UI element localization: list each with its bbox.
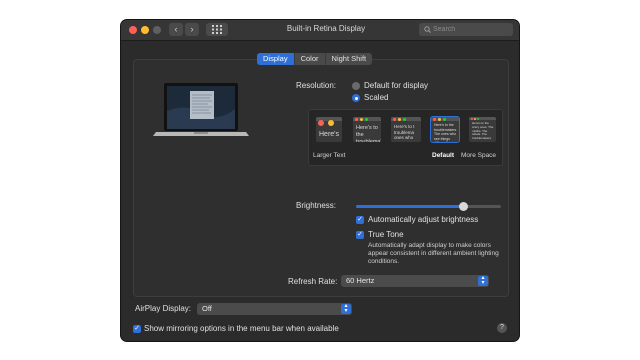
auto-brightness-label: Automatically adjust brightness — [368, 215, 479, 224]
scaled-option-more-space[interactable]: Here's to the crazy ones. The misfits. T… — [469, 117, 496, 142]
chevron-updown-icon: ▴ ▾ — [478, 275, 488, 286]
resolution-label: Resolution: — [296, 81, 337, 90]
preview-text: Here's to the crazy ones. The misfits. T… — [472, 121, 494, 141]
preview-text: Here's to the troublemakers. The ones wh… — [434, 123, 458, 142]
default-for-display-label: Default for display — [364, 81, 429, 90]
airplay-display-label: AirPlay Display: — [135, 304, 192, 313]
mirroring-options-label: Show mirroring options in the menu bar w… — [144, 324, 339, 333]
true-tone-label: True Tone — [368, 230, 404, 239]
auto-brightness-checkbox[interactable]: ✓ — [356, 216, 364, 224]
tab-night-shift[interactable]: Night Shift — [326, 53, 373, 65]
refresh-rate-select[interactable]: 60 Hertz ▴ ▾ — [341, 275, 489, 287]
caption-default: Default — [432, 152, 455, 159]
brightness-slider[interactable] — [356, 202, 501, 211]
title-bar: ‹ › Built-in Retina Display — [121, 20, 519, 41]
scaled-option-default[interactable]: Here's to the troublemakers. The ones wh… — [430, 116, 460, 143]
zoom-window-button[interactable] — [153, 26, 161, 34]
true-tone-description: Automatically adapt display to make colo… — [368, 242, 499, 265]
back-button[interactable]: ‹ — [169, 23, 183, 36]
show-all-button[interactable] — [206, 23, 228, 36]
laptop-illustration — [153, 83, 249, 136]
brightness-slider-knob[interactable] — [459, 202, 469, 211]
brightness-slider-fill — [356, 205, 464, 208]
chevron-updown-icon: ▴ ▾ — [341, 303, 351, 314]
minimize-window-button[interactable] — [141, 26, 149, 34]
tab-color[interactable]: Color — [295, 53, 326, 65]
scaled-resolution-options: Here's Here's to the troublemak Here's t… — [308, 109, 503, 166]
mirroring-options-checkbox[interactable]: ✓ — [133, 325, 141, 333]
radio-default-for-display[interactable] — [352, 82, 360, 90]
scaled-option-larger-text[interactable]: Here's — [316, 117, 342, 142]
help-button[interactable]: ? — [497, 323, 507, 333]
grid-icon — [212, 25, 222, 34]
caption-more-space: More Space — [461, 152, 497, 159]
preferences-window: ‹ › Built-in Retina Display Display Colo… — [121, 20, 519, 341]
preview-text: Here's to the troublemak — [356, 125, 381, 142]
search-input[interactable] — [433, 23, 509, 36]
airplay-display-select[interactable]: Off ▴ ▾ — [197, 303, 352, 315]
true-tone-checkbox[interactable]: ✓ — [356, 231, 364, 239]
caption-larger-text: Larger Text — [313, 152, 346, 159]
refresh-rate-value: 60 Hertz — [346, 276, 375, 285]
preview-text: Here's to t troublema ones who — [394, 124, 415, 140]
scaled-label: Scaled — [364, 93, 389, 102]
preview-text: Here's — [319, 131, 340, 138]
search-icon — [424, 26, 431, 33]
window-title: Built-in Retina Display — [286, 24, 366, 33]
brightness-label: Brightness: — [296, 201, 337, 210]
refresh-rate-label: Refresh Rate: — [288, 277, 338, 286]
display-panel: Resolution: Default for display Scaled H… — [133, 59, 509, 297]
tab-display[interactable]: Display — [257, 53, 295, 65]
radio-scaled[interactable] — [352, 94, 360, 102]
search-field[interactable] — [419, 23, 513, 36]
tab-bar: Display Color Night Shift — [257, 53, 373, 65]
scaled-option-2[interactable]: Here's to the troublemak — [353, 117, 381, 142]
airplay-display-value: Off — [202, 304, 212, 313]
close-window-button[interactable] — [129, 26, 137, 34]
forward-button[interactable]: › — [185, 23, 199, 36]
scaled-option-3[interactable]: Here's to t troublema ones who — [391, 117, 421, 142]
